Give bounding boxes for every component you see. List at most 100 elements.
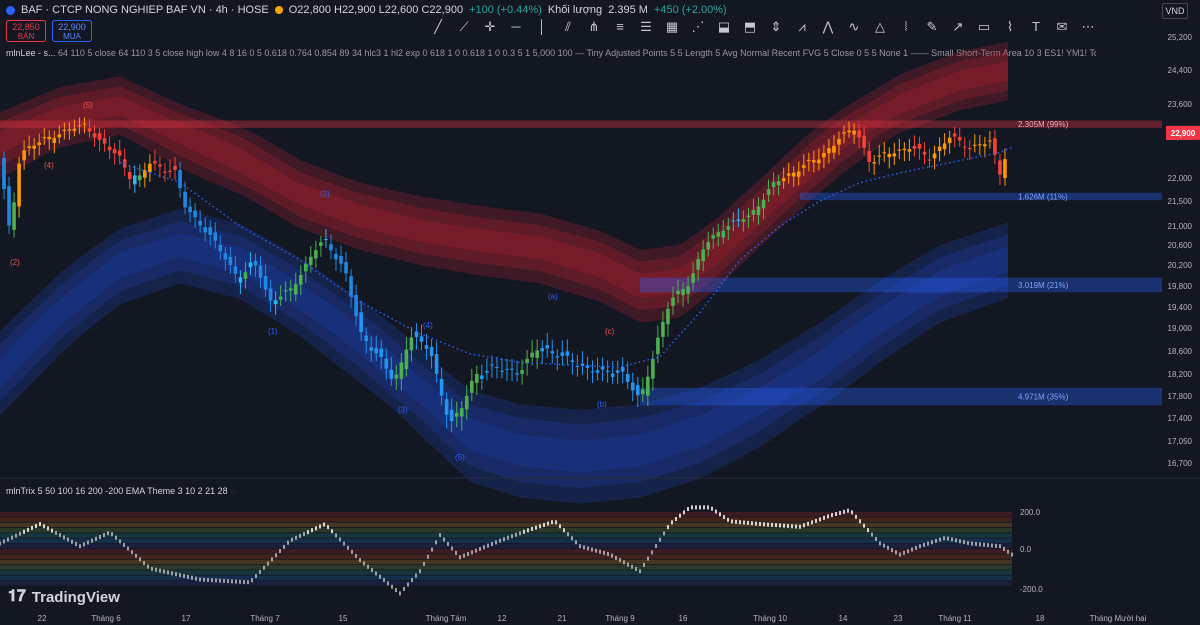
candle [339, 255, 343, 264]
candle [193, 210, 197, 218]
x-tick-label: 23 [894, 614, 903, 623]
trix-band [0, 533, 1012, 538]
market-status-icon [274, 6, 283, 14]
price-chart[interactable]: 2.305M (99%) 1.626M (11%) 3.019M (21%) 4.97… [0, 0, 1200, 625]
candle [630, 382, 635, 391]
trix-band [0, 559, 1012, 565]
gann-box-icon[interactable]: ▦ [660, 17, 684, 37]
candle [117, 150, 122, 156]
candle [852, 130, 856, 135]
candle [369, 347, 373, 351]
cross-line-icon[interactable]: ✛ [478, 17, 502, 37]
gann-fan-icon[interactable]: ⋰ [686, 17, 710, 37]
candle [314, 250, 318, 259]
x-tick-label: Tháng 10 [753, 614, 787, 623]
rectangle-icon[interactable]: ▭ [972, 17, 996, 37]
candle [97, 133, 102, 141]
elliott-wave-icon[interactable]: ∿ [842, 17, 866, 37]
candle [82, 123, 87, 125]
more-tools-icon[interactable]: ⋯ [1076, 17, 1100, 37]
candle [288, 288, 293, 291]
indicator-legend-1[interactable]: mlnLee - s... 64 110 5 close 64 110 3 5 … [6, 48, 1096, 58]
tradingview-logo[interactable]: 𝟏𝟕 TradingView [8, 588, 120, 606]
x-tick-label: 21 [558, 614, 567, 623]
candle [444, 399, 449, 415]
candle [349, 276, 353, 297]
candle [731, 220, 736, 222]
parallel-channel-icon[interactable]: ⫽ [556, 17, 580, 37]
candle [515, 373, 519, 375]
head-shoulders-icon[interactable]: ⋀ [816, 17, 840, 37]
ema-line [119, 146, 1013, 368]
candle [565, 351, 570, 356]
candle [439, 378, 444, 396]
drawing-toolbar: ╱ ⟋ ✛ ─ │ ⫽ ⋔ ≡ ☰ ▦ ⋰ ⬓ ⬒ ⇕ ⩘ ⋀ ∿ △ ⦚ ✎ … [426, 17, 1100, 37]
candle [22, 150, 26, 161]
horizontal-line-icon[interactable]: ─ [504, 17, 528, 37]
candle [485, 370, 489, 373]
candle [122, 159, 127, 168]
candle [696, 259, 700, 270]
buy-button[interactable]: 22,900 MUA [52, 20, 92, 42]
candle [681, 289, 685, 296]
candle [475, 374, 479, 384]
candle [907, 149, 912, 152]
y-tick-label: 17,050 [1168, 437, 1193, 446]
candle [268, 288, 273, 301]
candle [882, 152, 887, 154]
path-icon[interactable]: ⌇ [998, 17, 1022, 37]
vertical-line-icon[interactable]: │ [530, 17, 554, 37]
long-position-icon[interactable]: ⬓ [712, 17, 736, 37]
trend-line-icon[interactable]: ╱ [426, 17, 450, 37]
symbol-title[interactable]: BAF · CTCP NONG NGHIEP BAF VN · 4h · HOS… [21, 4, 269, 16]
x-tick-label: Tháng 7 [250, 614, 280, 623]
wave-label: (3) [398, 406, 408, 415]
fib-retracement-icon[interactable]: ≡ [608, 17, 632, 37]
candle [701, 249, 705, 262]
candle [741, 219, 746, 222]
candle [283, 290, 288, 292]
arrow-icon[interactable]: ↗ [946, 17, 970, 37]
candle [867, 150, 871, 163]
wave-label: (4) [423, 321, 433, 330]
candle [998, 160, 1002, 175]
candle [37, 142, 42, 146]
candle [173, 165, 177, 170]
pitchfork-icon[interactable]: ⋔ [582, 17, 606, 37]
candle [756, 206, 761, 216]
candle [319, 242, 323, 246]
candle [791, 172, 796, 177]
text-icon[interactable]: T [1024, 17, 1048, 37]
candle [233, 266, 238, 274]
candle [143, 170, 147, 178]
indicator-status-icon: ◌ [230, 486, 236, 496]
short-position-icon[interactable]: ⬒ [738, 17, 762, 37]
candle [540, 347, 545, 352]
note-icon[interactable]: ✉ [1050, 17, 1074, 37]
indicator-legend-2[interactable]: mlnTrix 5 50 100 16 200 -200 EMA Theme 3… [6, 486, 236, 496]
cycle-lines-icon[interactable]: ⦚ [894, 17, 918, 37]
candle [293, 284, 298, 295]
trix-band [0, 512, 1012, 517]
fib-extension-icon[interactable]: ☰ [634, 17, 658, 37]
candle [575, 366, 580, 368]
candle [570, 360, 575, 362]
sell-button[interactable]: 22,850 BÁN [6, 20, 46, 42]
candle [801, 165, 806, 168]
candle [746, 215, 751, 217]
y-tick-label: 19,800 [1168, 282, 1193, 291]
blue-band [0, 208, 1008, 504]
triangle-pattern-icon[interactable]: △ [868, 17, 892, 37]
xabcd-pattern-icon[interactable]: ⩘ [790, 17, 814, 37]
candle [776, 181, 781, 186]
currency-selector[interactable]: VND [1162, 3, 1188, 19]
candle [253, 260, 258, 266]
trix-y-label: 200.0 [1020, 508, 1041, 517]
price-range-icon[interactable]: ⇕ [764, 17, 788, 37]
wave-label: (5) [455, 453, 465, 462]
trix-band [0, 580, 1012, 586]
candle [304, 263, 308, 272]
brush-icon[interactable]: ✎ [920, 17, 944, 37]
trix-band [0, 527, 1012, 533]
ray-icon[interactable]: ⟋ [452, 17, 476, 37]
